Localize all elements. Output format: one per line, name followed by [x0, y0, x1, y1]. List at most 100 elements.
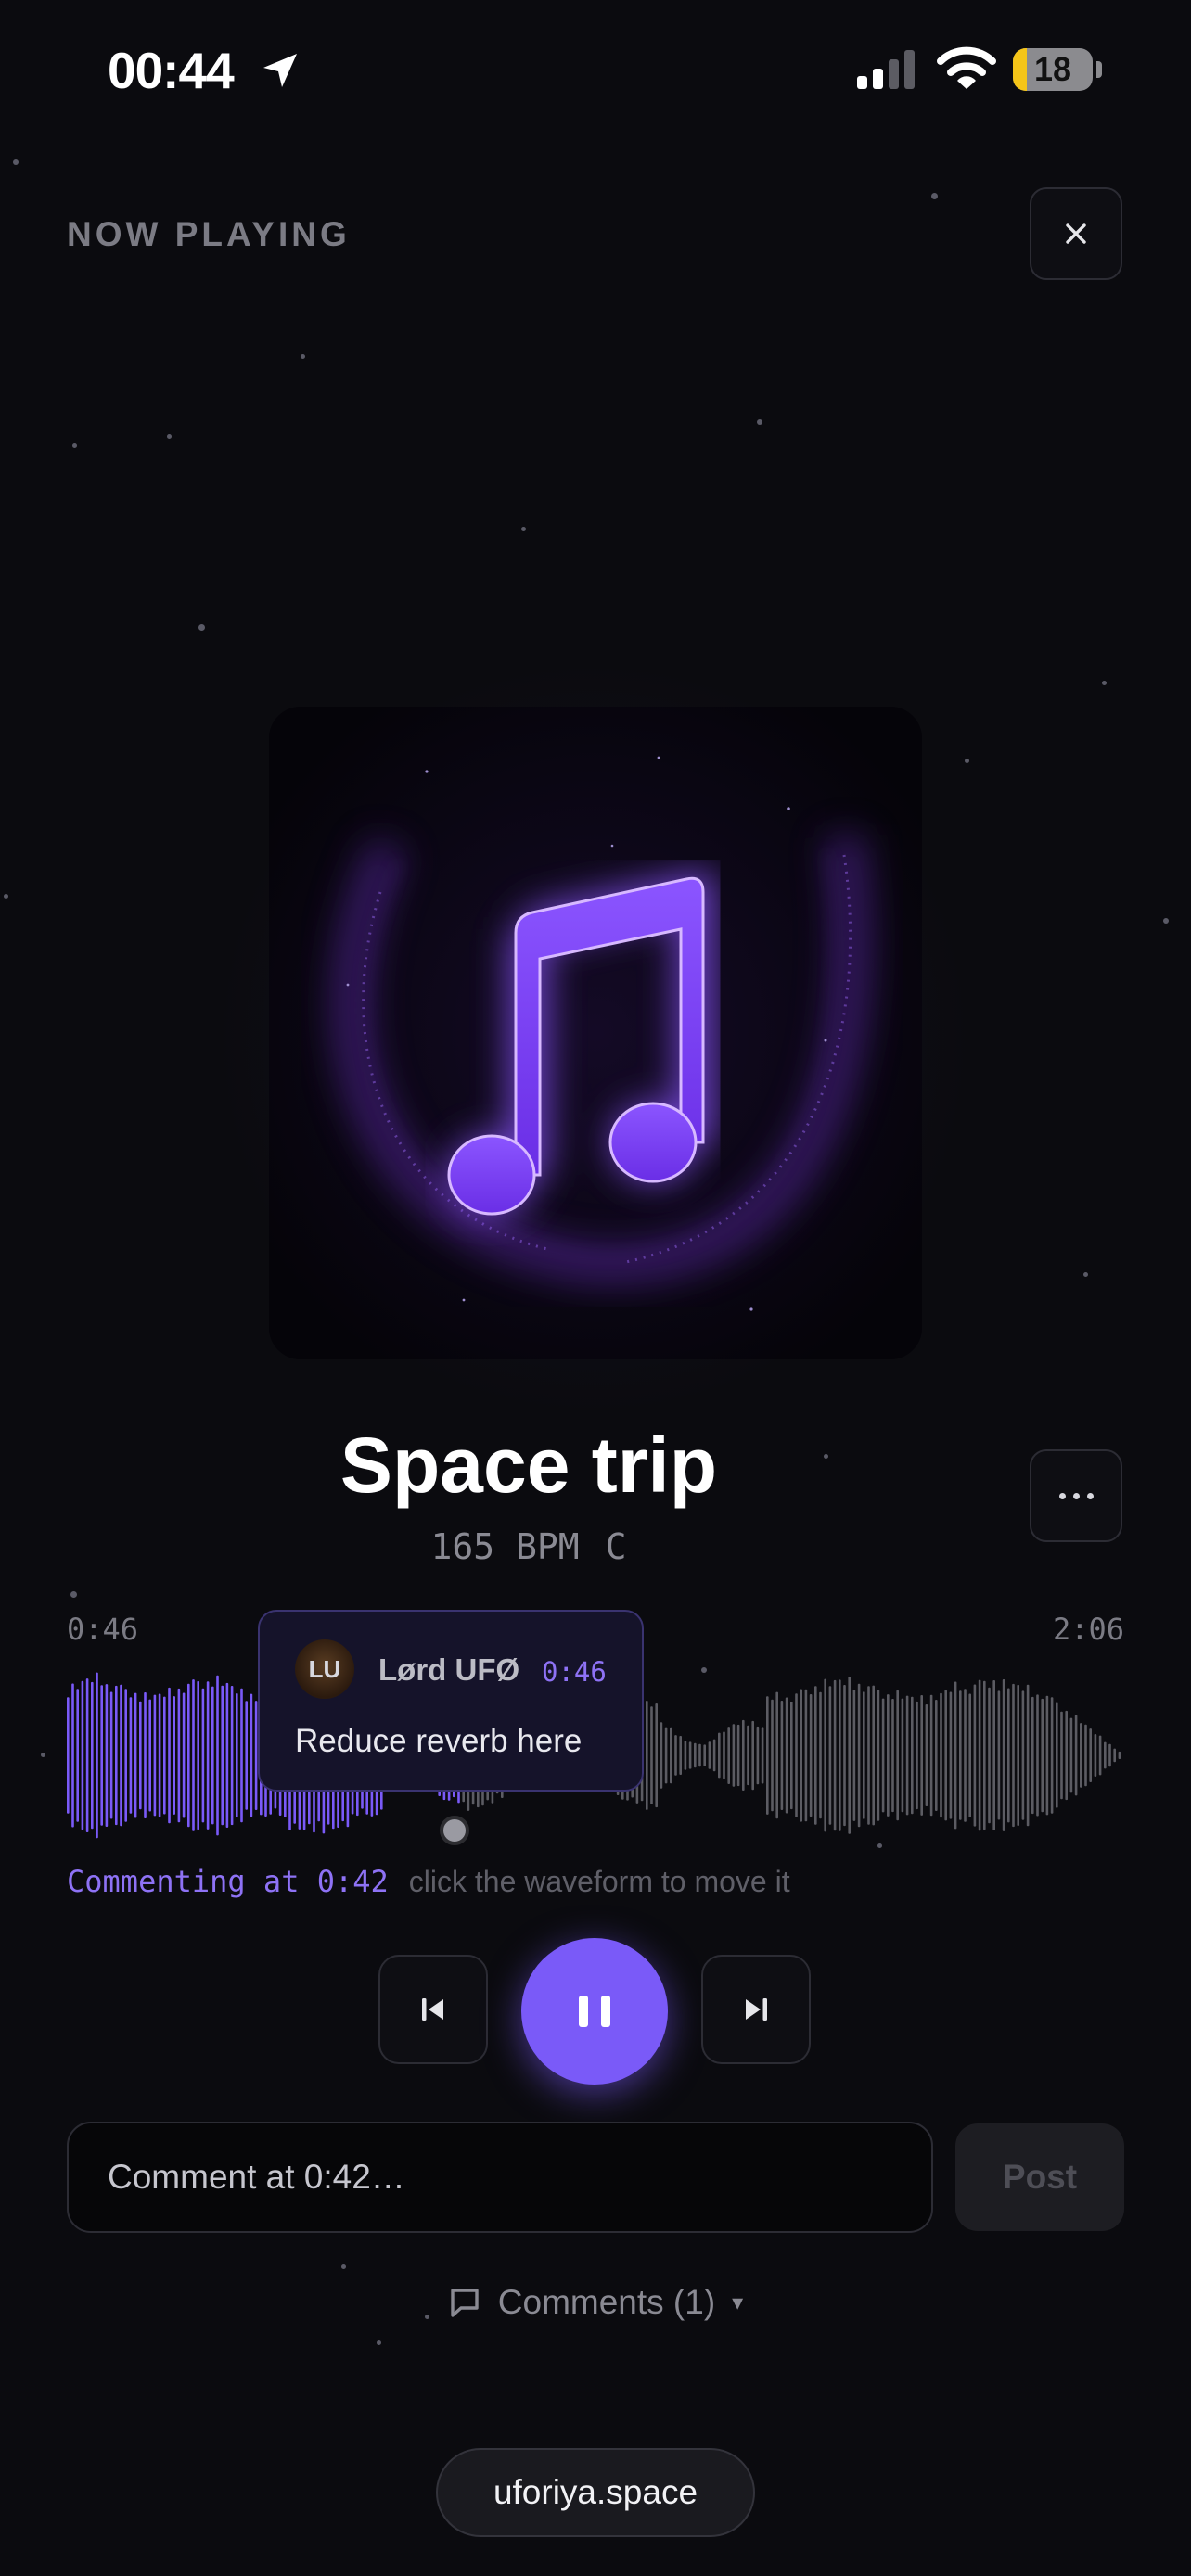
waveform-bar: [929, 1694, 933, 1817]
comment-tooltip[interactable]: LU Lørd UFØ 0:46 Reduce reverb here: [258, 1610, 644, 1792]
waveform-bar: [1002, 1679, 1005, 1831]
waveform-bar: [839, 1679, 841, 1831]
waveform-bar: [1056, 1702, 1058, 1808]
waveform-bar: [85, 1678, 89, 1832]
waveform-bar: [698, 1743, 701, 1767]
waveform-bar: [124, 1689, 127, 1822]
waveform-bar: [163, 1696, 166, 1815]
waveform-bar: [775, 1691, 778, 1819]
waveform-bar: [712, 1739, 716, 1772]
waveform-bar: [144, 1692, 147, 1818]
waveform-bar: [684, 1741, 687, 1770]
waveform-bar: [973, 1684, 977, 1827]
more-options-button[interactable]: [1030, 1449, 1122, 1542]
waveform-bar: [1113, 1748, 1116, 1763]
waveform-bar: [679, 1736, 682, 1775]
waveform-bar: [129, 1697, 133, 1814]
waveform-bar: [1007, 1688, 1010, 1823]
waveform-bar: [670, 1727, 672, 1784]
waveform-bar: [992, 1680, 995, 1830]
pause-icon: [579, 1996, 610, 2027]
waveform-bar: [201, 1688, 205, 1823]
waveform-bar: [76, 1689, 79, 1822]
waveform-bar: [1065, 1710, 1068, 1801]
comment-input[interactable]: [67, 2122, 933, 2233]
background-star: [757, 419, 762, 425]
waveform-bar: [780, 1701, 784, 1810]
waveform-bar: [944, 1690, 947, 1821]
close-button[interactable]: [1030, 187, 1122, 280]
track-title: Space trip: [339, 1422, 718, 1509]
waveform-bar: [81, 1680, 84, 1830]
waveform-bar: [1026, 1684, 1030, 1827]
elapsed-time: 0:46: [67, 1612, 139, 1647]
background-star: [198, 624, 205, 631]
battery-cap: [1096, 61, 1102, 78]
background-star: [72, 443, 77, 448]
background-star: [1163, 918, 1169, 924]
total-time: 2:06: [1052, 1612, 1124, 1647]
site-domain[interactable]: uforiya.space: [436, 2448, 755, 2537]
pause-button[interactable]: [521, 1938, 668, 2085]
waveform-bar: [1118, 1751, 1121, 1759]
waveform-bar: [158, 1693, 161, 1817]
waveform-bar: [916, 1701, 918, 1810]
waveform-bar: [148, 1699, 151, 1812]
waveform-bar: [182, 1692, 186, 1818]
waveform-bar: [727, 1727, 730, 1784]
waveform-bar: [954, 1681, 957, 1830]
waveform-bar: [674, 1735, 677, 1776]
waveform-bar: [857, 1683, 861, 1828]
waveform-bar: [650, 1706, 653, 1804]
waveform-bar: [139, 1701, 142, 1810]
waveform-bar: [1089, 1728, 1092, 1782]
waveform-bar: [814, 1686, 817, 1825]
avatar: LU: [295, 1639, 354, 1699]
comment-text: Reduce reverb here: [295, 1723, 583, 1759]
comment-position-marker[interactable]: [440, 1816, 469, 1845]
background-star: [377, 2340, 381, 2345]
waveform-bar: [96, 1672, 98, 1839]
waveform-bar: [771, 1699, 774, 1812]
waveform-bar: [1104, 1741, 1107, 1769]
waveform-bar: [978, 1679, 981, 1831]
waveform-bar: [911, 1696, 914, 1815]
waveform-bar: [959, 1690, 962, 1820]
background-star: [341, 2264, 346, 2269]
more-horizontal-icon: [1058, 1492, 1094, 1499]
waveform-bar: [901, 1698, 904, 1813]
waveform-bar: [211, 1686, 214, 1825]
waveform-bar: [896, 1690, 899, 1821]
now-playing-label: NOW PLAYING: [67, 215, 351, 253]
waveform-bar: [983, 1680, 986, 1830]
waveform-bar: [187, 1683, 190, 1828]
waveform-bar: [848, 1677, 851, 1834]
waveform-bar: [109, 1691, 113, 1819]
previous-track-button[interactable]: [378, 1955, 488, 2064]
track-key: C: [605, 1526, 627, 1567]
waveform-bar: [225, 1682, 229, 1828]
waveform-bar: [804, 1689, 808, 1822]
waveform-bar: [891, 1699, 894, 1813]
post-button[interactable]: Post: [955, 2123, 1124, 2231]
waveform-bar: [1041, 1698, 1044, 1813]
waveform-bar: [1080, 1723, 1082, 1788]
waveform-bar: [1036, 1694, 1039, 1817]
waveform-bar: [703, 1744, 706, 1766]
comment-author: Lørd UFØ: [378, 1652, 520, 1687]
cellular-signal-icon: [857, 50, 915, 89]
waveform-bar: [197, 1680, 199, 1830]
waveform-bar: [1012, 1683, 1015, 1828]
next-track-button[interactable]: [701, 1955, 811, 2064]
waveform-bar: [221, 1685, 224, 1826]
waveform-bar: [206, 1681, 210, 1830]
waveform-bar: [751, 1720, 754, 1791]
waveform-bar: [742, 1719, 745, 1791]
waveform-bar: [988, 1687, 991, 1824]
comments-toggle[interactable]: Comments (1) ▾: [0, 2283, 1191, 2322]
waveform-bar: [935, 1700, 938, 1811]
waveform-bar: [795, 1693, 798, 1817]
battery-percentage: 18: [1033, 50, 1072, 88]
commenting-at-label: Commenting at 0:42: [67, 1864, 389, 1899]
waveform-bar: [881, 1698, 885, 1813]
